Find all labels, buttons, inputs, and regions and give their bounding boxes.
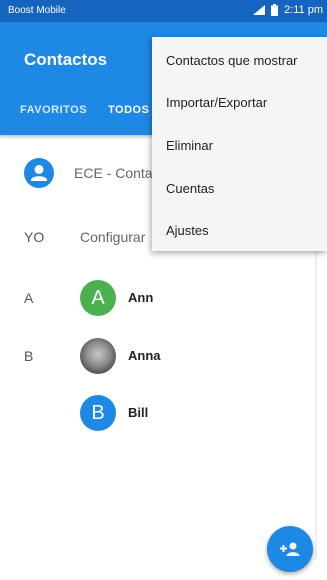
tab-favoritos[interactable]: FAVORITOS (20, 104, 87, 116)
person-icon (31, 165, 47, 181)
contact-name: Ann (128, 290, 154, 305)
avatar-photo (80, 338, 116, 374)
menu-item-import-export[interactable]: Importar/Exportar (166, 95, 267, 110)
contact-name: Bill (128, 405, 149, 420)
add-contact-icon (280, 542, 300, 556)
status-bar: Boost Mobile 2:11 pm (0, 0, 327, 22)
menu-item-contacts-to-display[interactable]: Contactos que mostrar (166, 53, 298, 68)
contact-row-ann[interactable]: A A Ann (0, 275, 327, 325)
status-icons: 2:11 pm (253, 4, 323, 16)
me-avatar (24, 158, 54, 188)
overflow-menu: Contactos que mostrar Importar/Exportar … (152, 37, 327, 251)
battery-icon (271, 4, 279, 16)
contact-name: Anna (128, 348, 161, 363)
tab-todos[interactable]: TODOS (108, 104, 149, 116)
menu-item-settings[interactable]: Ajustes (166, 223, 209, 238)
avatar: A (80, 280, 116, 316)
add-contact-button[interactable] (267, 526, 313, 572)
signal-icon (253, 5, 266, 15)
profile-setup-label: Configurar (80, 229, 146, 245)
section-letter-yo: YO (24, 229, 45, 245)
section-letter-b: B (24, 348, 34, 364)
menu-item-delete[interactable]: Eliminar (166, 138, 213, 153)
me-contact-name: ECE - Conta (74, 165, 153, 181)
contact-row-bill[interactable]: B Bill (0, 390, 327, 440)
carrier-label: Boost Mobile (8, 5, 66, 16)
menu-item-accounts[interactable]: Cuentas (166, 181, 214, 196)
page-title: Contactos (24, 50, 108, 69)
clock: 2:11 pm (284, 4, 323, 16)
avatar: B (80, 395, 116, 431)
section-letter-a: A (24, 290, 34, 306)
contact-row-anna[interactable]: B Anna (0, 333, 327, 383)
